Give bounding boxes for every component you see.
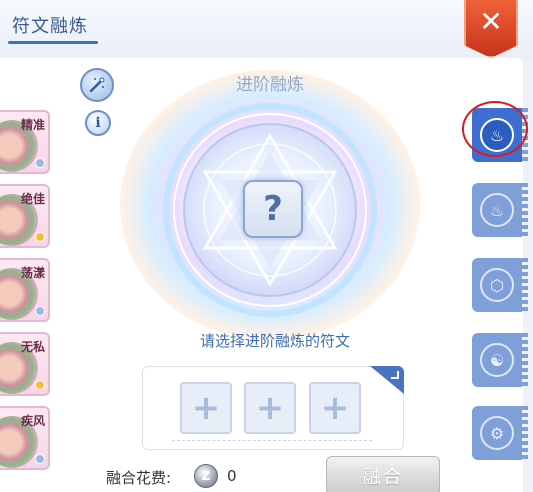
rune-name: 荡漾 [20, 266, 45, 280]
shield-emblem-icon: ⬡ [480, 268, 514, 302]
rune-item[interactable]: 疾风 [0, 406, 50, 470]
rune-name: 无私 [20, 340, 45, 354]
rune-item[interactable]: 无私 [0, 332, 50, 396]
add-material-slot-3[interactable]: + [309, 382, 361, 434]
fuse-button[interactable]: 融合 [326, 456, 440, 492]
tab-underline [8, 41, 98, 44]
rune-badge-icon [35, 232, 45, 242]
rune-item[interactable]: 绝佳 [0, 184, 50, 248]
cost-value: 0 [227, 467, 237, 485]
tab-swirl-rune[interactable]: ☯ [472, 333, 528, 387]
swirl-emblem-icon: ☯ [480, 343, 514, 377]
rune-item[interactable]: 荡漾 [0, 258, 50, 322]
rune-name: 疾风 [20, 414, 45, 428]
add-material-slot-2[interactable]: + [244, 382, 296, 434]
select-hint: 请选择进阶融炼的符文 [199, 332, 350, 350]
highlight-ring [462, 101, 528, 157]
tab-shield-rune[interactable]: ⬡ [472, 258, 528, 312]
rune-target-slot[interactable]: ? [243, 180, 303, 238]
rune-badge-icon [35, 380, 45, 390]
zeny-coin-icon: Z [194, 464, 218, 488]
rune-name: 精准 [20, 118, 45, 132]
rune-badge-icon [35, 454, 45, 464]
rune-name: 绝佳 [20, 192, 45, 206]
info-glyph: i [95, 115, 101, 131]
rune-badge-icon [35, 306, 45, 316]
cost-label: 融合花费: [106, 469, 172, 487]
corner-arrow-icon [391, 371, 399, 379]
gears-emblem-icon: ⚙ [480, 416, 514, 450]
tab-rune-fusion[interactable]: 符文融炼 [12, 12, 88, 38]
divider [172, 440, 372, 441]
magic-wand-icon[interactable] [80, 68, 114, 102]
tab-flame-rune[interactable]: ♨ [472, 183, 528, 237]
info-icon[interactable]: i [85, 110, 111, 136]
flame-emblem-icon: ♨ [480, 193, 514, 227]
add-material-slot-1[interactable]: + [180, 382, 232, 434]
rune-item[interactable]: 精准 [0, 110, 50, 174]
close-icon: ✕ [479, 5, 503, 38]
tab-gears-rune[interactable]: ⚙ [472, 406, 528, 460]
rune-badge-icon [35, 158, 45, 168]
